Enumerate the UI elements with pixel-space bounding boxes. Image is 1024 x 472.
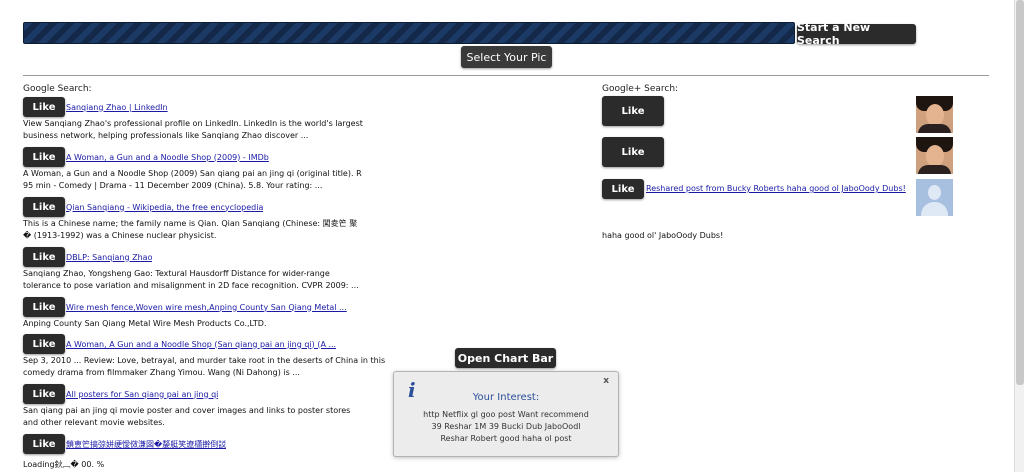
- result-link[interactable]: DBLP: Sanqiang Zhao: [66, 253, 152, 262]
- popup-line: Reshar Robert good haha ol post: [440, 434, 572, 443]
- loading-status: Loading鈥︹� 00. %: [23, 460, 105, 469]
- list-item: Like 鎖叀笀搞弶姘绠懓傚溓図�嫠艇笑遼櫹擀倒訤: [23, 434, 413, 454]
- open-chart-bar-button[interactable]: Open Chart Bar: [455, 348, 556, 368]
- result-snippet: Sanqiang Zhao, Yongsheng Gao: Textural H…: [23, 269, 359, 290]
- result-snippet: This is a Chinese name; the family name …: [23, 219, 358, 240]
- result-snippet: A Woman, a Gun and a Noodle Shop (2009) …: [23, 169, 362, 190]
- popup-title: Your Interest:: [472, 392, 540, 403]
- popup-body: http Netflix gl goo post Want recommend …: [394, 409, 618, 445]
- select-pic-button[interactable]: Select Your Pic: [461, 46, 552, 68]
- result-link[interactable]: A Woman, a Gun and a Noodle Shop (2009) …: [66, 153, 269, 162]
- result-link[interactable]: Wire mesh fence,Woven wire mesh,Anping C…: [66, 303, 347, 312]
- gplus-like-button[interactable]: Like: [602, 137, 664, 167]
- list-item: Like Wire mesh fence,Woven wire mesh,Anpi…: [23, 297, 413, 330]
- like-button[interactable]: Like: [23, 297, 65, 317]
- close-icon[interactable]: x: [603, 376, 609, 386]
- avatar: [916, 96, 953, 133]
- like-button[interactable]: Like: [23, 147, 65, 167]
- like-button[interactable]: Like: [23, 197, 65, 217]
- scrollbar[interactable]: [1014, 0, 1024, 472]
- gplus-post-text: haha good ol' JaboOody Dubs!: [602, 231, 724, 240]
- like-button[interactable]: Like: [23, 334, 65, 354]
- gplus-like-button[interactable]: Like: [602, 96, 664, 126]
- list-item: Like Sanqiang Zhao | LinkedIn View Sanqia…: [23, 97, 413, 142]
- result-link[interactable]: A Woman, A Gun and a Noodle Shop (San qi…: [66, 340, 336, 349]
- avatar: [916, 179, 953, 216]
- list-item: Like DBLP: Sanqiang Zhao Sanqiang Zhao, Y…: [23, 247, 413, 292]
- like-button[interactable]: Like: [23, 247, 65, 267]
- avatar: [916, 137, 953, 174]
- search-input[interactable]: [23, 22, 795, 44]
- gplus-post-link[interactable]: Reshared post from Bucky Roberts haha go…: [646, 184, 906, 193]
- gplus-like-button[interactable]: Like: [602, 179, 644, 199]
- like-button[interactable]: Like: [23, 97, 65, 117]
- result-snippet: View Sanqiang Zhao's professional profil…: [23, 119, 363, 140]
- result-snippet: Anping County San Qiang Metal Wire Mesh …: [23, 319, 267, 328]
- list-item: Like A Woman, A Gun and a Noodle Shop (Sa…: [23, 334, 413, 379]
- result-link[interactable]: All posters for San qiang pai an jing qi: [66, 390, 218, 399]
- list-item: Like All posters for San qiang pai an jin…: [23, 384, 413, 429]
- like-button[interactable]: Like: [23, 434, 65, 454]
- scrollbar-thumb[interactable]: [1016, 0, 1024, 385]
- result-link[interactable]: Qian Sanqiang - Wikipedia, the free ency…: [66, 203, 263, 212]
- result-link[interactable]: Sanqiang Zhao | LinkedIn: [66, 103, 168, 112]
- result-link[interactable]: 鎖叀笀搞弶姘绠懓傚溓図�嫠艇笑遼櫹擀倒訤: [66, 439, 226, 450]
- like-button[interactable]: Like: [23, 384, 65, 404]
- interest-popup: i x Your Interest: http Netflix gl goo p…: [393, 371, 619, 457]
- list-item: Like A Woman, a Gun and a Noodle Shop (20…: [23, 147, 413, 192]
- list-item: Like Qian Sanqiang - Wikipedia, the free …: [23, 197, 413, 242]
- popup-line: http Netflix gl goo post Want recommend: [423, 410, 589, 419]
- google-search-label: Google Search:: [23, 84, 92, 94]
- new-search-button[interactable]: Start a New Search: [797, 21, 916, 47]
- result-snippet: Sep 3, 2010 ... Review: Love, betrayal, …: [23, 356, 386, 377]
- result-snippet: San qiang pai an jing qi movie poster an…: [23, 406, 351, 427]
- popup-line: 39 Reshar 1M 39 Bucki Dub JaboOodl: [431, 422, 581, 431]
- google-plus-search-label: Google+ Search:: [602, 84, 679, 94]
- divider: [23, 75, 989, 76]
